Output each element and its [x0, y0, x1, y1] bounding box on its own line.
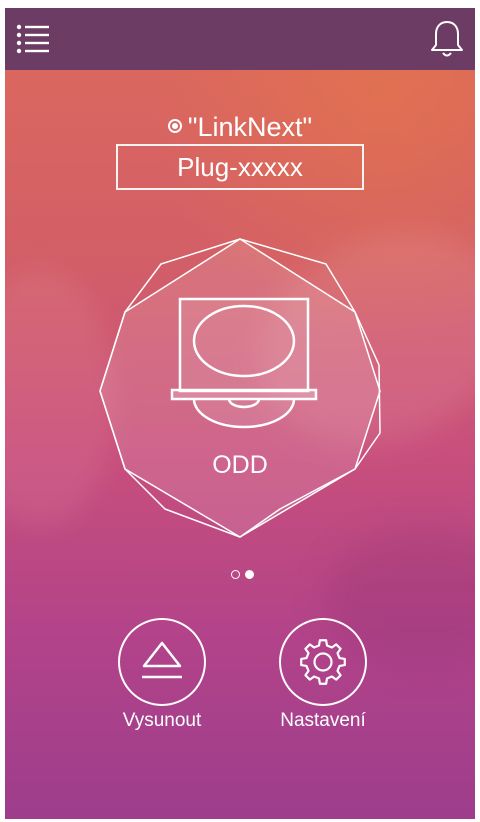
- settings-button[interactable]: Nastavení: [275, 618, 371, 738]
- notifications-button[interactable]: [429, 18, 465, 60]
- top-bar: [5, 8, 475, 70]
- network-name: "LinkNext": [187, 112, 313, 142]
- pager-dot: [231, 570, 240, 579]
- eject-label: Vysunout: [122, 710, 202, 731]
- device-card[interactable]: ODD: [90, 233, 390, 539]
- settings-circle: [279, 618, 367, 706]
- bell-icon: [431, 21, 463, 57]
- eject-circle: [118, 618, 206, 706]
- page-indicator: [229, 569, 259, 581]
- menu-button[interactable]: [13, 21, 53, 57]
- device-selector[interactable]: Plug-xxxxx: [116, 144, 364, 190]
- network-status: "LinkNext": [5, 112, 475, 143]
- gear-icon: [300, 639, 346, 685]
- eject-icon: [142, 641, 182, 679]
- list-menu-icon: [16, 24, 49, 54]
- radio-dot-icon: [167, 118, 182, 133]
- device-label: ODD: [212, 451, 268, 479]
- eject-button[interactable]: Vysunout: [114, 618, 210, 738]
- settings-label: Nastavení: [280, 710, 366, 731]
- device-card-graphic: [99, 238, 381, 538]
- app-screen: "LinkNext" Plug-xxxxx ODD Vysunout Nasta…: [5, 8, 475, 819]
- pager-dot-active: [245, 570, 254, 579]
